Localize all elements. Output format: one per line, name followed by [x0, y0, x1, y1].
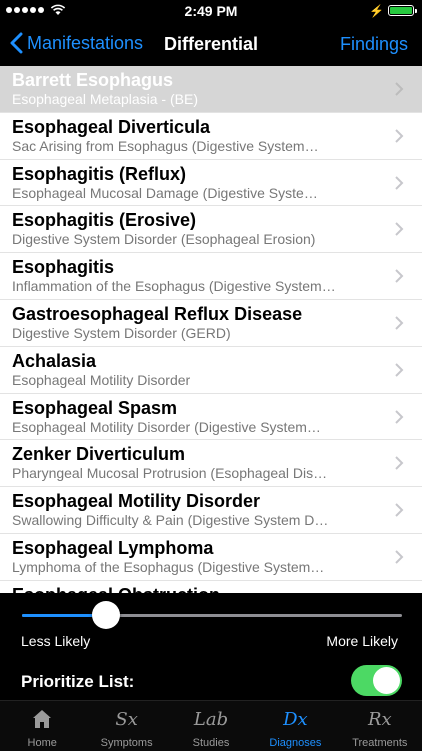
diagnosis-subtitle: Swallowing Difficulty & Pain (Digestive … [12, 512, 329, 529]
slider-thumb[interactable] [92, 601, 121, 629]
tab-label: Studies [192, 737, 230, 749]
diagnosis-title: Esophageal Spasm [12, 397, 178, 418]
tab-bar: Home Sx Symptoms Lab Studies Dx Diagnoses Rx Tre… [0, 700, 422, 751]
chevron-right-icon [395, 363, 404, 377]
list-item[interactable]: Esophageal Diverticula Sac Arising from E… [0, 112, 422, 160]
list-item[interactable]: Zenker Diverticulum Pharyngeal Mucosal Pr… [0, 440, 422, 488]
rx-icon: Rx [367, 708, 392, 730]
diagnosis-title: Esophageal Motility Disorder [12, 491, 261, 512]
toggle-knob [373, 667, 400, 694]
diagnosis-title: Esophagitis (Erosive) [12, 210, 197, 231]
status-bar: 2:49 PM ⚡ [0, 0, 422, 22]
list-item[interactable]: Esophageal Lymphoma Lymphoma of the Esoph… [0, 533, 422, 581]
tab-label: Home [27, 737, 57, 749]
chevron-right-icon [395, 269, 404, 283]
diagnosis-subtitle: Lymphoma of the Esophagus (Digestive Sys… [12, 558, 325, 575]
list-item[interactable]: Barrett Esophagus Esophageal Metaplasia -… [0, 66, 422, 113]
navigation-bar: Manifestations Differential Findings [0, 22, 422, 66]
battery-icon [388, 5, 417, 16]
chevron-right-icon [395, 316, 404, 330]
list-item[interactable]: Esophagitis (Reflux) Esophageal Mucosal D… [0, 159, 422, 207]
tab-diagnoses[interactable]: Dx Diagnoses [253, 701, 337, 751]
diagnosis-title: Esophagitis (Reflux) [12, 163, 187, 184]
dx-icon: Dx [283, 708, 308, 730]
diagnosis-title: Achalasia [12, 350, 97, 371]
diagnosis-subtitle: Esophageal Motility Disorder [12, 371, 191, 388]
diagnosis-subtitle: Digestive System Disorder (GERD) [12, 324, 231, 341]
prioritize-label: Prioritize List: [21, 672, 135, 691]
chevron-right-icon [395, 503, 404, 517]
tab-label: Diagnoses [269, 737, 322, 749]
findings-button[interactable]: Findings [340, 34, 408, 55]
chevron-right-icon [395, 456, 404, 471]
charging-icon: ⚡ [369, 4, 384, 18]
chevron-right-icon [395, 82, 404, 96]
diagnosis-title: Esophageal Obstruction [12, 585, 220, 593]
list-item[interactable]: Esophageal Motility Disorder Swallowing D… [0, 487, 422, 534]
diagnosis-subtitle: Esophageal Mucosal Damage (Digestive Sys… [12, 184, 318, 201]
list-item[interactable]: Esophagitis (Erosive) Digestive System Di… [0, 206, 422, 254]
diagnosis-subtitle: Inflammation of the Esophagus (Digestive… [12, 278, 336, 295]
diagnosis-title: Esophagitis [12, 257, 115, 278]
slider-max-label: More Likely [326, 633, 398, 649]
chevron-right-icon [395, 222, 404, 237]
diagnosis-subtitle: Esophageal Metaplasia - (BE) [12, 91, 198, 107]
prioritize-toggle[interactable] [351, 665, 402, 696]
likelihood-panel: Less Likely More Likely Prioritize List: [0, 593, 422, 700]
list-item[interactable]: Esophagitis Inflammation of the Esophagus… [0, 253, 422, 300]
sx-icon: Sx [115, 708, 138, 730]
chevron-right-icon [395, 175, 404, 190]
chevron-right-icon [395, 409, 404, 424]
diagnosis-title: Esophageal Diverticula [12, 116, 211, 137]
diagnosis-title: Gastroesophageal Reflux Disease [12, 303, 303, 324]
list-item[interactable]: Esophageal Obstruction [0, 580, 422, 593]
list-item[interactable]: Esophageal Spasm Esophageal Motility Diso… [0, 393, 422, 441]
slider-min-label: Less Likely [21, 633, 91, 649]
tab-label: Symptoms [100, 737, 153, 749]
diagnosis-subtitle: Esophageal Motility Disorder (Digestive … [12, 418, 321, 435]
status-time: 2:49 PM [184, 3, 238, 19]
lab-icon: Lab [193, 708, 229, 730]
diagnosis-title: Barrett Esophagus [12, 70, 174, 90]
diagnosis-title: Zenker Diverticulum [12, 444, 186, 465]
tab-treatments[interactable]: Rx Treatments [338, 701, 422, 751]
diagnosis-subtitle: Pharyngeal Mucosal Protrusion (Esophagea… [12, 465, 328, 482]
diagnosis-subtitle: Sac Arising from Esophagus (Digestive Sy… [12, 137, 319, 154]
chevron-right-icon [395, 129, 404, 143]
tab-home[interactable]: Home [0, 701, 84, 751]
chevron-right-icon [395, 550, 404, 564]
list-item[interactable]: Gastroesophageal Reflux Disease Digestive… [0, 299, 422, 347]
tab-studies[interactable]: Lab Studies [169, 701, 253, 751]
house-icon [0, 707, 84, 731]
tab-symptoms[interactable]: Sx Symptoms [84, 701, 168, 751]
list-item[interactable]: Achalasia Esophageal Motility Disorder [0, 346, 422, 394]
diagnosis-title: Esophageal Lymphoma [12, 537, 214, 558]
tab-label: Treatments [352, 737, 408, 749]
diagnosis-subtitle: Digestive System Disorder (Esophageal Er… [12, 231, 316, 248]
likelihood-slider[interactable] [22, 601, 402, 629]
diagnosis-list: Barrett Esophagus Esophageal Metaplasia -… [0, 66, 422, 593]
